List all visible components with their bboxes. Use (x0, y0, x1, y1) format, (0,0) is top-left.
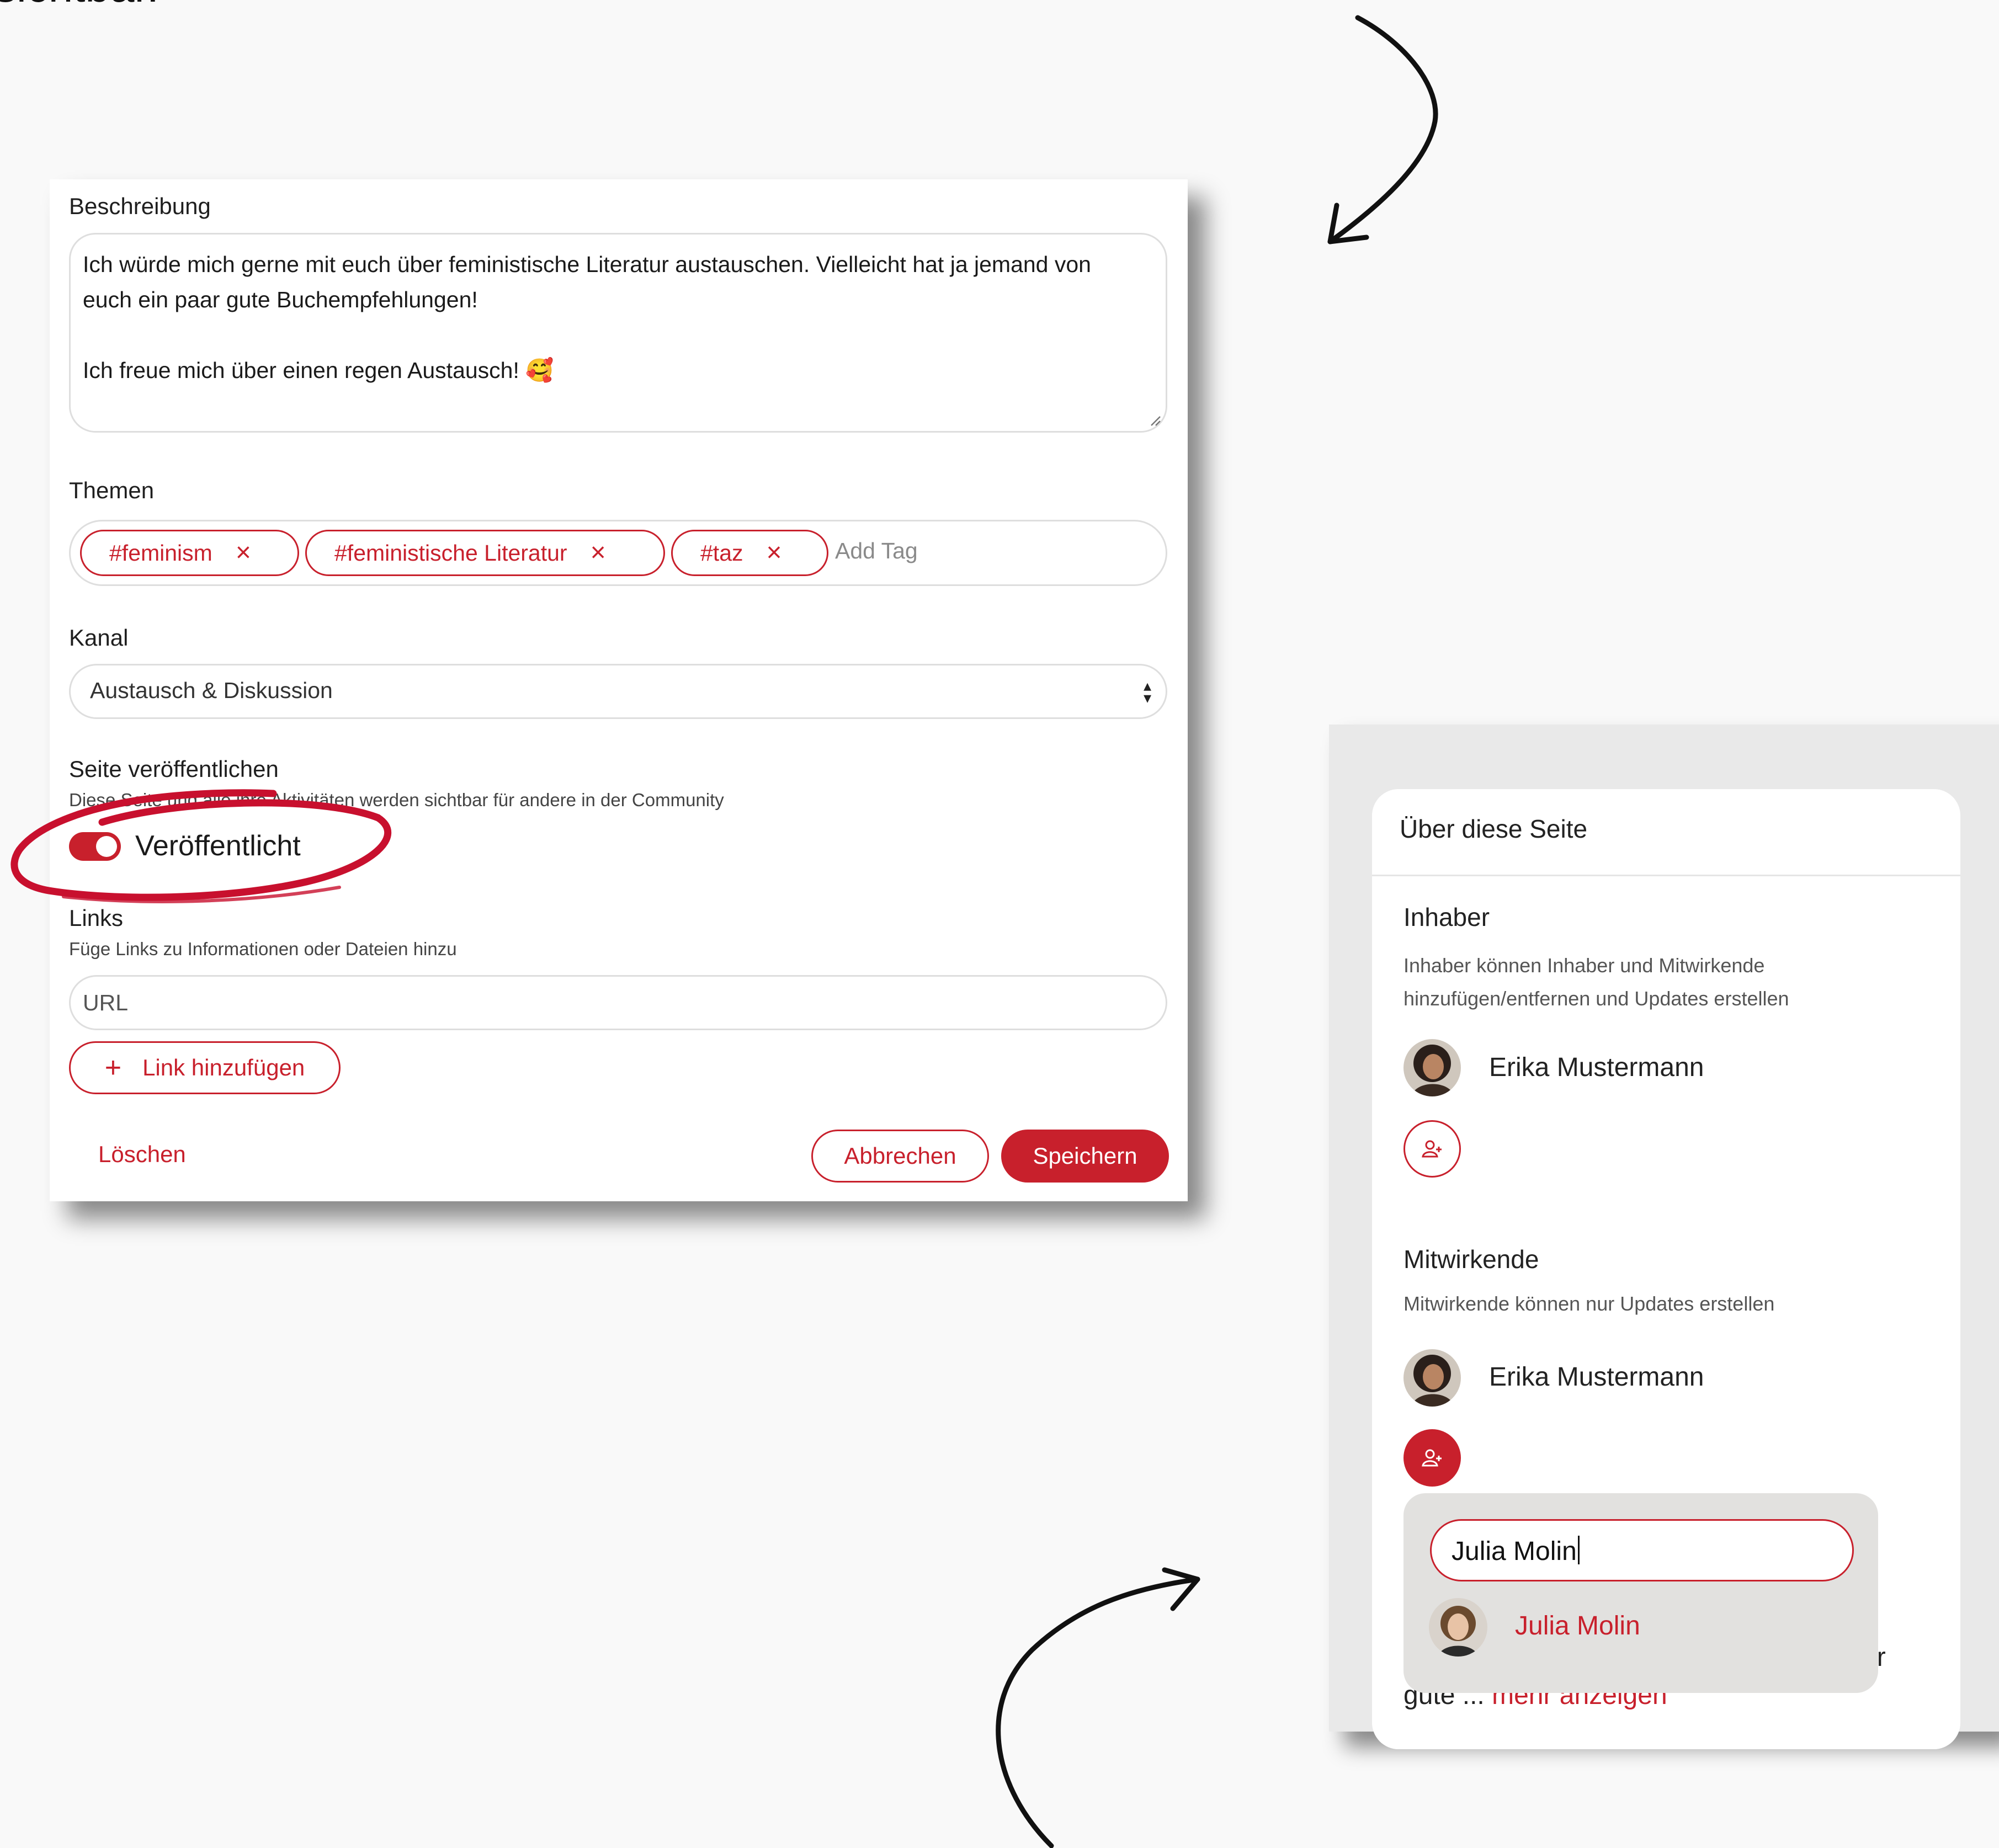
description-line: Ich freue mich über einen regen Austausc… (83, 358, 554, 383)
avatar (1429, 1598, 1487, 1657)
owners-desc-line: Inhaber können Inhaber und Mitwirkende (1403, 954, 1765, 977)
tag-label: #feminism (109, 540, 212, 566)
add-user-icon (1422, 1449, 1442, 1467)
edit-page-form: Beschreibung Ich würde mich gerne mit eu… (50, 179, 1188, 1201)
cancel-label: Abbrechen (844, 1143, 956, 1169)
search-result-item[interactable]: Julia Molin (1429, 1595, 1815, 1657)
add-owner-button[interactable] (1403, 1120, 1461, 1178)
tag-chip: #taz × (671, 530, 828, 576)
channel-selected-value: Austausch & Diskussion (90, 678, 333, 703)
tag-input-box[interactable]: #feminism × #feministische Literatur × #… (69, 520, 1167, 586)
annotation-circle (10, 789, 392, 903)
tag-label: #taz (700, 540, 743, 566)
contributor-name: Erika Mustermann (1489, 1362, 1704, 1392)
save-button[interactable]: Speichern (1001, 1130, 1169, 1183)
description-label: Beschreibung (69, 193, 211, 219)
owners-heading: Inhaber (1403, 903, 1490, 931)
about-title: Über diese Seite (1400, 814, 1588, 843)
url-placeholder: URL (83, 990, 129, 1015)
links-hint: Füge Links zu Informationen oder Dateien… (69, 939, 457, 959)
owners-description: Inhaber können Inhaber und Mitwirkende h… (1403, 949, 1789, 1015)
add-contributor-button[interactable] (1403, 1429, 1461, 1487)
tag-label: #feministische Literatur (334, 540, 567, 566)
search-value: Julia Molin (1452, 1537, 1577, 1566)
avatar (1403, 1039, 1461, 1096)
topics-label: Themen (69, 477, 155, 503)
channel-label: Kanal (69, 625, 129, 651)
contributors-heading: Mitwirkende (1403, 1245, 1539, 1274)
remove-tag-icon[interactable]: × (591, 540, 606, 566)
user-search-input[interactable]: Julia Molin (1430, 1519, 1854, 1581)
curved-arrow-bottom (996, 1567, 1200, 1848)
contributors-description: Mitwirkende können nur Updates erstellen (1403, 1292, 1775, 1315)
resize-handle-icon[interactable] (1149, 414, 1161, 427)
avatar (1403, 1349, 1461, 1407)
curved-arrow-top (1327, 15, 1438, 244)
description-line: Ich würde mich gerne mit euch über femin… (83, 252, 1091, 277)
caption-text: sichtbar. (0, 0, 159, 12)
owner-name: Erika Mustermann (1489, 1053, 1704, 1082)
add-user-icon (1422, 1140, 1442, 1158)
tag-chip: #feministische Literatur × (305, 530, 665, 576)
about-page-panel: Über diese Seite Inhaber Inhaber können … (1329, 725, 1999, 1749)
save-label: Speichern (1033, 1143, 1137, 1169)
delete-button[interactable]: Löschen (98, 1141, 186, 1168)
description-line: euch ein paar gute Buchempfehlungen! (83, 287, 478, 312)
channel-select[interactable]: Austausch & Diskussion ▴ ▾ (69, 664, 1167, 719)
publish-label: Seite veröffentlichen (69, 756, 279, 782)
divider (1372, 875, 1960, 876)
plus-icon: + (104, 1052, 122, 1084)
description-textarea[interactable]: Ich würde mich gerne mit euch über femin… (69, 233, 1167, 433)
add-link-label: Link hinzufügen (142, 1055, 305, 1080)
remove-tag-icon[interactable]: × (767, 540, 782, 566)
add-link-button[interactable]: + Link hinzufügen (69, 1041, 341, 1094)
cancel-button[interactable]: Abbrechen (811, 1130, 989, 1183)
user-search-dropdown: Julia Molin Julia Molin (1403, 1493, 1878, 1693)
select-arrows-icon: ▴ ▾ (1143, 677, 1151, 706)
tag-chip: #feminism × (80, 530, 299, 576)
text-caret (1577, 1536, 1580, 1564)
add-tag-input[interactable]: Add Tag (835, 538, 918, 564)
url-input[interactable]: URL (69, 975, 1167, 1030)
owners-desc-line: hinzufügen/entfernen und Updates erstell… (1403, 987, 1789, 1010)
search-result-name: Julia Molin (1515, 1611, 1640, 1641)
remove-tag-icon[interactable]: × (236, 540, 251, 566)
